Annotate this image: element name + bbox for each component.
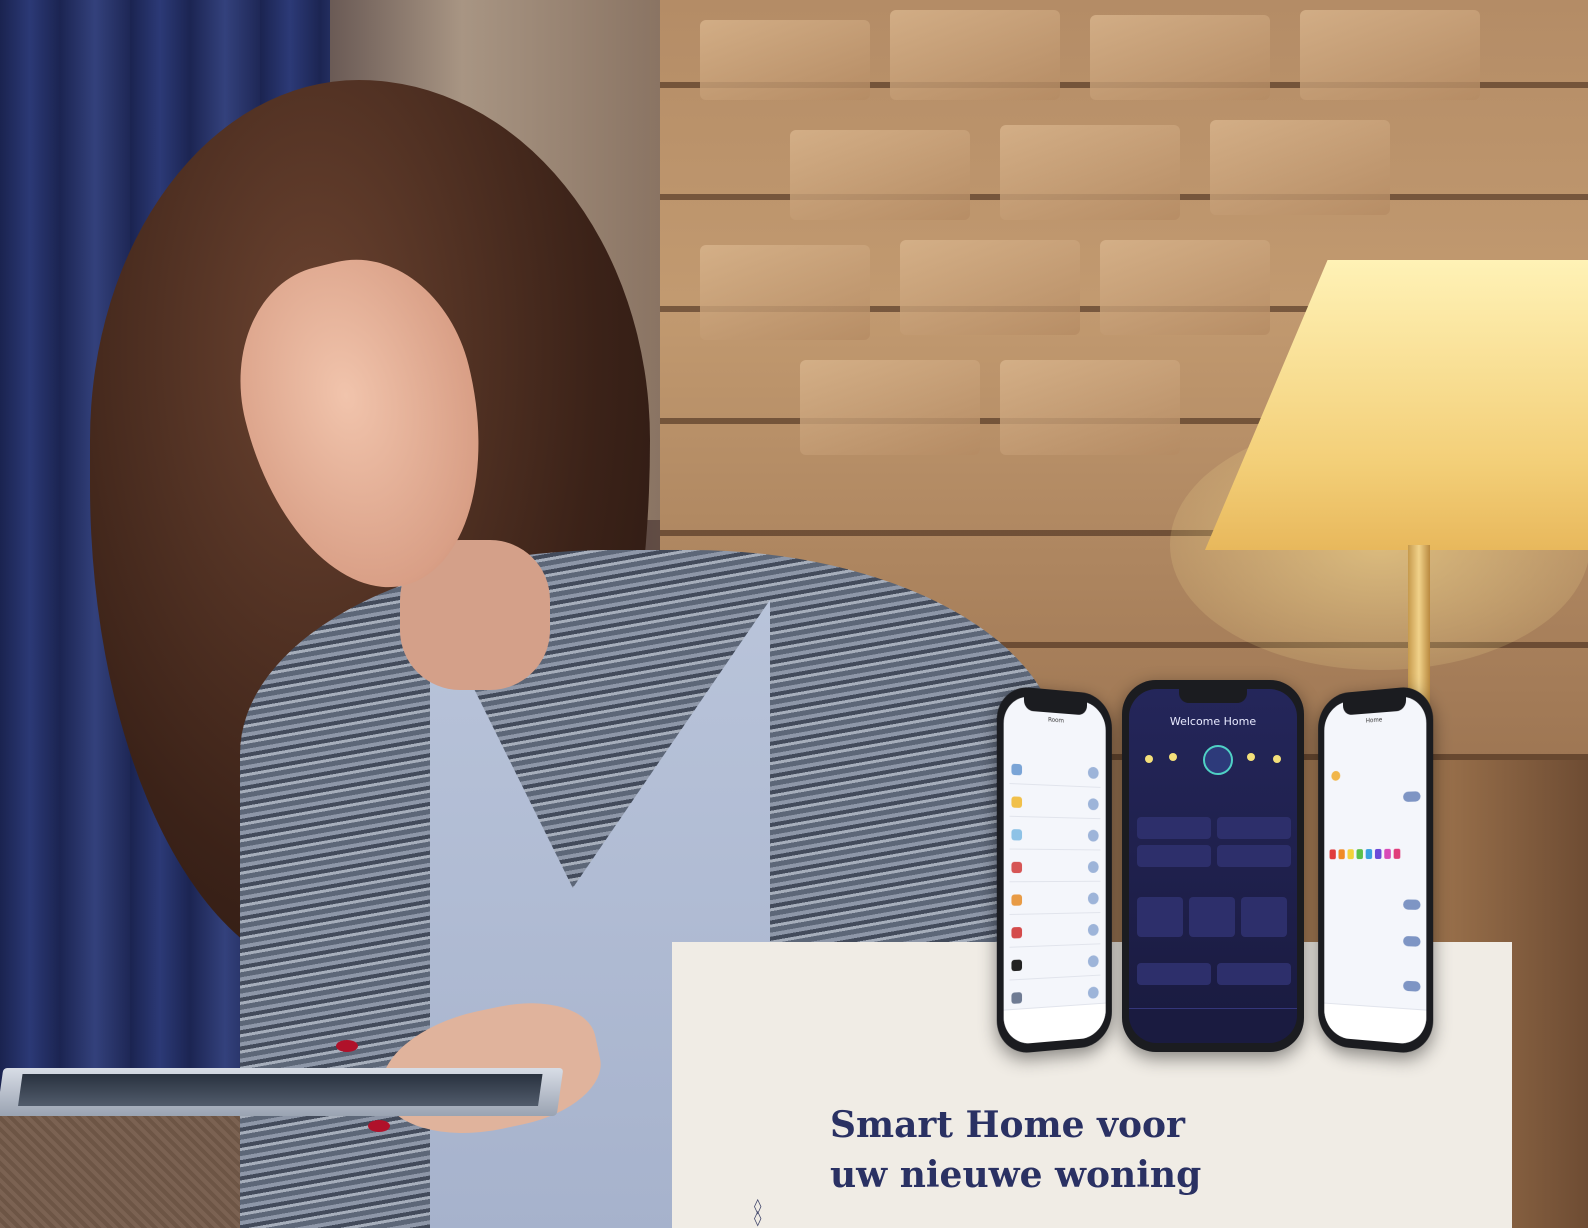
phone-left-title: Room bbox=[1048, 716, 1064, 725]
phone-right: Home bbox=[1318, 684, 1434, 1056]
diamond-ornament-icon: ◊ ◊ bbox=[754, 1197, 762, 1227]
app-welcome-title: Welcome Home bbox=[1169, 715, 1257, 728]
card-heading-line2: uw nieuwe woning bbox=[830, 1154, 1202, 1196]
phone-left: Room bbox=[996, 684, 1112, 1056]
card-heading: Smart Home voor uw nieuwe woning bbox=[830, 1100, 1350, 1200]
phone-center: Welcome Home bbox=[1122, 680, 1304, 1052]
status-icon bbox=[1203, 745, 1233, 775]
app-tabbar bbox=[1129, 1008, 1297, 1043]
nail bbox=[368, 1120, 390, 1132]
phone-left-screen: Room bbox=[1003, 694, 1106, 1046]
nail bbox=[336, 1040, 358, 1052]
card-heading-line1: Smart Home voor bbox=[830, 1104, 1186, 1146]
phone-center-screen: Welcome Home bbox=[1129, 689, 1297, 1043]
phone-right-title: Home bbox=[1365, 716, 1383, 725]
tablet-device bbox=[0, 1068, 564, 1116]
phone-right-screen: Home bbox=[1324, 694, 1427, 1046]
